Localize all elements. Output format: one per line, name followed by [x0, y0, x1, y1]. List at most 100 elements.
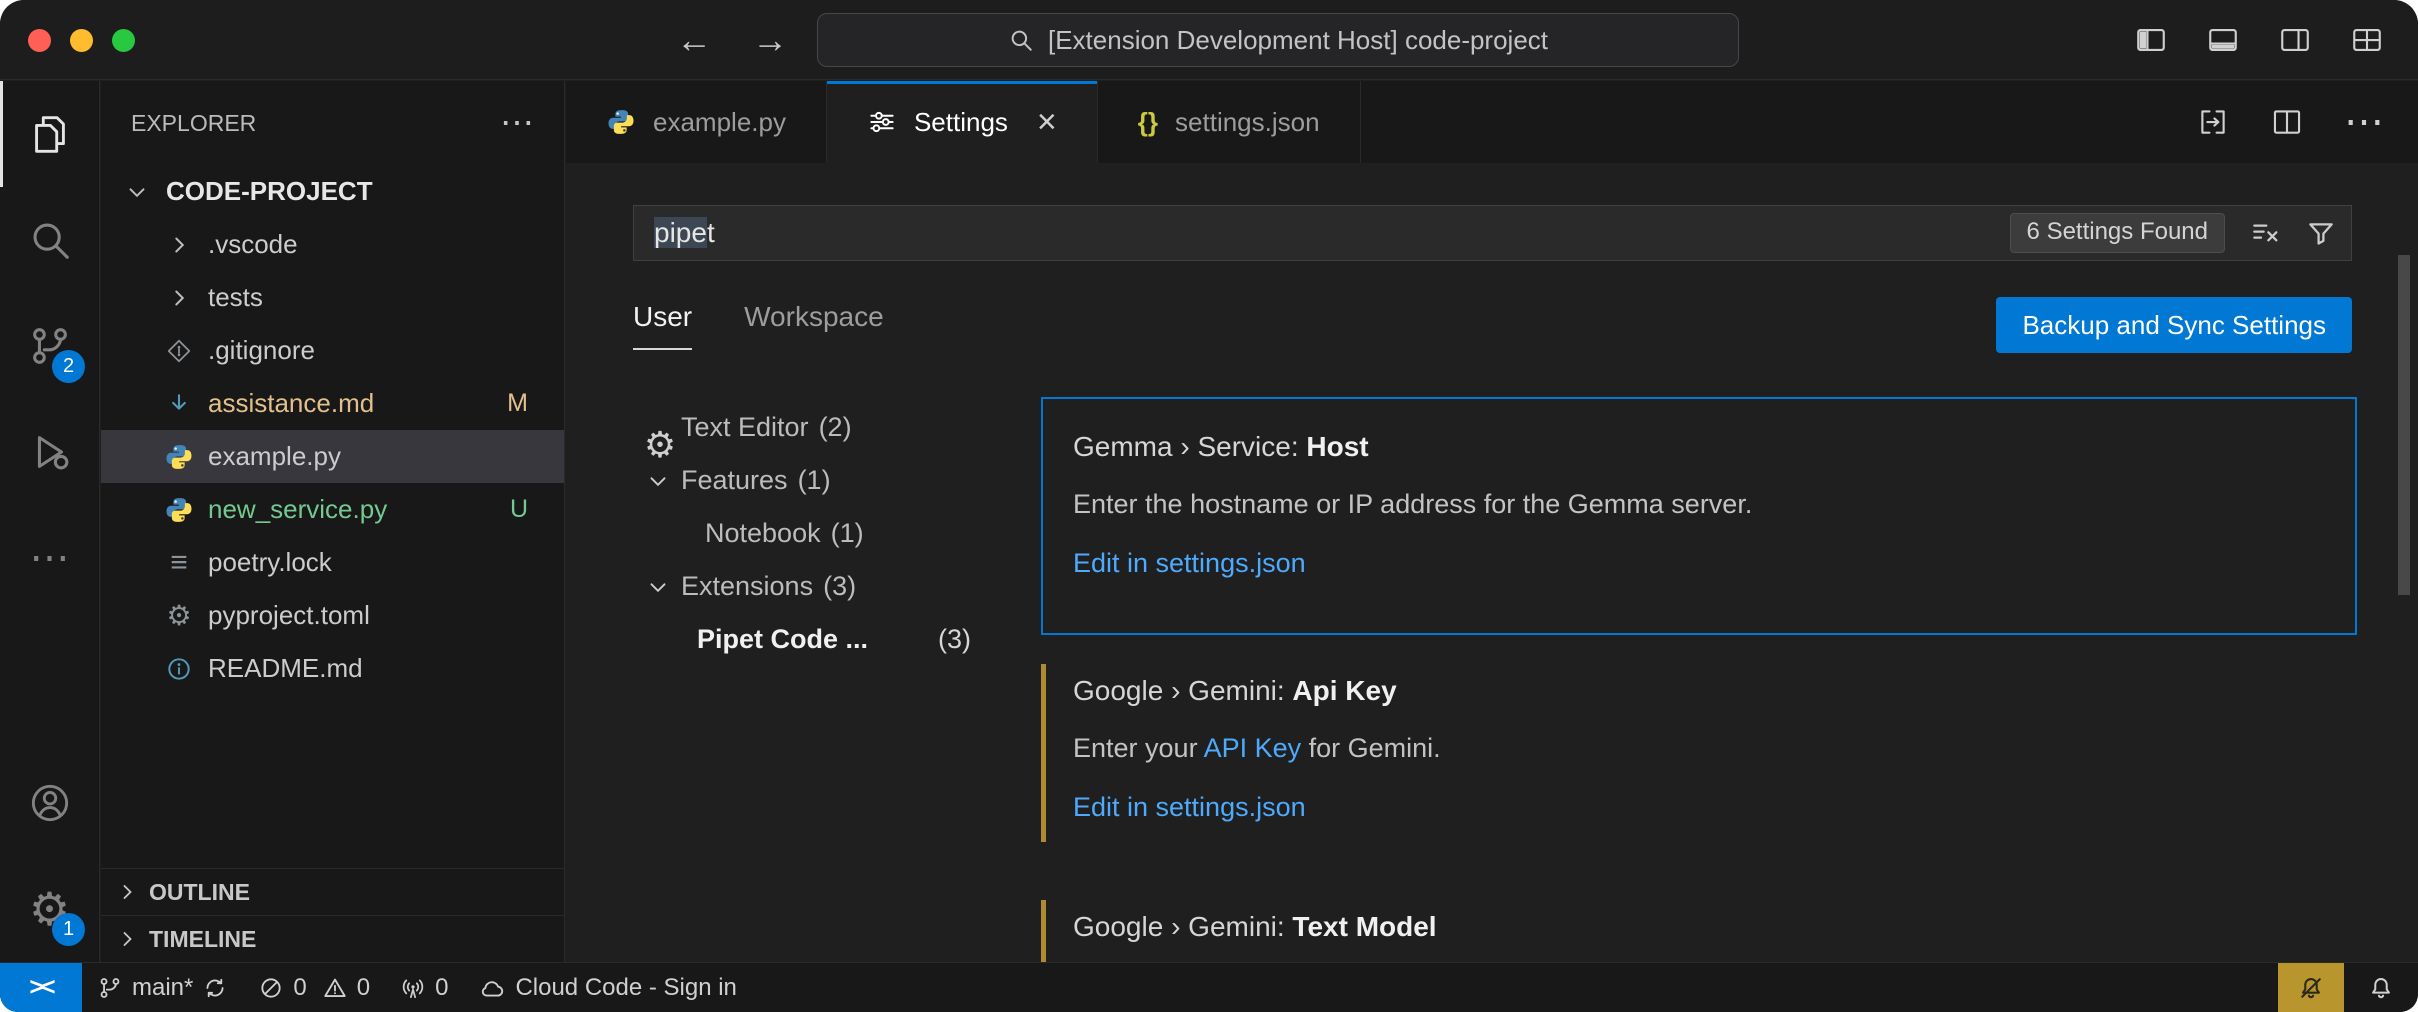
tree-item-tests[interactable]: tests	[101, 271, 564, 324]
tree-item-poetry-lock[interactable]: ≡ poetry.lock	[101, 536, 564, 589]
chevron-down-icon	[645, 468, 681, 494]
zoom-window-button[interactable]	[112, 29, 135, 52]
more-views-button[interactable]: ⋯	[0, 505, 99, 611]
tab-settings-json[interactable]: {} settings.json	[1098, 81, 1361, 163]
tree-item-new-service-py[interactable]: new_service.py U	[101, 483, 564, 536]
toggle-panel-icon[interactable]	[2206, 23, 2240, 57]
toc-label: Notebook	[705, 518, 821, 549]
explorer-title: EXPLORER	[131, 110, 256, 137]
tree-item-example-py[interactable]: example.py	[101, 430, 564, 483]
toggle-primary-sidebar-icon[interactable]	[2134, 23, 2168, 57]
chevron-right-icon	[159, 232, 199, 258]
editor-actions: ⋯	[2196, 81, 2418, 163]
errors-icon	[258, 975, 284, 1001]
bell-slash-icon	[2297, 974, 2325, 1002]
tree-item-vscode[interactable]: .vscode	[101, 218, 564, 271]
run-debug-view-button[interactable]	[0, 399, 99, 505]
problems-status[interactable]: 0 0	[243, 963, 385, 1012]
outline-section-header[interactable]: OUTLINE	[101, 868, 564, 915]
filter-icon[interactable]	[2305, 217, 2337, 249]
source-control-view-button[interactable]: 2	[0, 293, 99, 399]
toc-item-notebook[interactable]: Notebook (1)	[641, 507, 1021, 560]
setting-description: Enter the hostname or IP address for the…	[1073, 489, 2355, 520]
branch-status[interactable]: main*	[82, 963, 243, 1012]
ports-status[interactable]: 0	[385, 963, 463, 1012]
forward-icon[interactable]: →	[752, 19, 788, 61]
setting-category: Google › Gemini:	[1073, 911, 1292, 942]
search-icon	[27, 217, 73, 263]
scope-tab-workspace[interactable]: Workspace	[744, 301, 884, 350]
timeline-section-header[interactable]: TIMELINE	[101, 915, 564, 962]
chevron-right-icon	[115, 880, 139, 904]
close-window-button[interactable]	[28, 29, 51, 52]
radio-tower-icon	[400, 975, 426, 1001]
tab-example-py[interactable]: example.py	[566, 81, 827, 163]
remote-indicator[interactable]: ><	[0, 963, 82, 1012]
toc-item-text-editor[interactable]: Text Editor (2)	[641, 401, 1021, 454]
clear-filters-icon[interactable]	[2249, 217, 2281, 249]
warnings-icon	[322, 975, 348, 1001]
activity-bar: 2 ⋯ ⚙ 1	[0, 81, 100, 962]
python-file-icon	[159, 442, 199, 472]
tree-item-root[interactable]: CODE-PROJECT	[101, 165, 564, 218]
toc-item-features[interactable]: Features (1)	[641, 454, 1021, 507]
setting-description: Enter your API Key for Gemini.	[1073, 733, 2357, 764]
command-center[interactable]: [Extension Development Host] code-projec…	[817, 13, 1739, 67]
file-label: new_service.py	[208, 494, 387, 525]
setting-category: Gemma › Service:	[1073, 431, 1306, 462]
toc-count: (2)	[819, 412, 852, 443]
setting-item-gemma-service-host[interactable]: Gemma › Service: Host Enter the hostname…	[1041, 397, 2357, 635]
back-icon[interactable]: ←	[676, 19, 712, 61]
tree-item-gitignore[interactable]: .gitignore	[101, 324, 564, 377]
toc-item-pipet-code[interactable]: Pipet Code ... (3)	[641, 613, 971, 666]
cloud-code-label: Cloud Code - Sign in	[515, 974, 736, 1002]
python-file-icon	[606, 107, 636, 137]
edit-in-settings-json-link[interactable]: Edit in settings.json	[1073, 548, 1306, 579]
settings-scope-tabs: User Workspace	[633, 301, 884, 350]
setting-name: Host	[1306, 431, 1368, 462]
setting-item-gemini-text-model[interactable]: Google › Gemini: Text Model	[1041, 900, 2357, 962]
setting-title: Google › Gemini: Text Model	[1073, 911, 2357, 943]
close-tab-icon[interactable]: ×	[1037, 105, 1057, 139]
minimize-window-button[interactable]	[70, 29, 93, 52]
tree-item-assistance-md[interactable]: assistance.md M	[101, 377, 564, 430]
explorer-more-actions-icon[interactable]: ⋯	[500, 103, 534, 143]
setting-name: Text Model	[1292, 911, 1436, 942]
warnings-count: 0	[357, 974, 370, 1002]
settings-search-input[interactable]: pipet 6 Settings Found	[633, 205, 2352, 261]
results-count-badge: 6 Settings Found	[2010, 213, 2225, 253]
accounts-button[interactable]	[0, 750, 99, 856]
run-debug-icon	[27, 429, 73, 475]
setting-actions-gear-icon[interactable]: ⚙	[640, 425, 680, 465]
customize-layout-icon[interactable]	[2350, 23, 2384, 57]
tree-item-pyproject-toml[interactable]: ⚙ pyproject.toml	[101, 589, 564, 642]
toml-gear-icon: ⚙	[159, 599, 199, 632]
ellipsis-icon: ⋯	[30, 548, 70, 568]
search-view-button[interactable]	[0, 187, 99, 293]
backup-sync-button[interactable]: Backup and Sync Settings	[1996, 297, 2352, 353]
file-label: assistance.md	[208, 388, 374, 419]
toggle-secondary-sidebar-icon[interactable]	[2278, 23, 2312, 57]
explorer-view-button[interactable]	[0, 81, 99, 187]
notifications-bell[interactable]	[2344, 963, 2418, 1012]
setting-item-gemini-api-key[interactable]: Google › Gemini: Api Key Enter your API …	[1041, 664, 2357, 842]
chevron-down-icon	[117, 179, 157, 205]
scope-tab-user[interactable]: User	[633, 301, 692, 350]
file-label: pyproject.toml	[208, 600, 370, 631]
window-controls	[28, 29, 135, 52]
manage-settings-button[interactable]: ⚙ 1	[0, 856, 99, 962]
python-file-icon	[159, 495, 199, 525]
api-key-link[interactable]: API Key	[1204, 733, 1302, 763]
json-braces-icon: {}	[1138, 107, 1158, 138]
open-changes-icon[interactable]	[2196, 105, 2230, 139]
do-not-disturb-status[interactable]	[2278, 963, 2344, 1012]
tree-item-readme-md[interactable]: README.md	[101, 642, 564, 695]
more-actions-icon[interactable]: ⋯	[2344, 112, 2384, 132]
sync-changes-icon	[202, 975, 228, 1001]
scrollbar[interactable]	[2398, 255, 2410, 595]
toc-item-extensions[interactable]: Extensions (3)	[641, 560, 1021, 613]
tab-settings[interactable]: Settings ×	[827, 81, 1098, 163]
split-editor-icon[interactable]	[2270, 105, 2304, 139]
cloud-code-status[interactable]: Cloud Code - Sign in	[463, 963, 751, 1012]
edit-in-settings-json-link[interactable]: Edit in settings.json	[1073, 792, 1306, 823]
